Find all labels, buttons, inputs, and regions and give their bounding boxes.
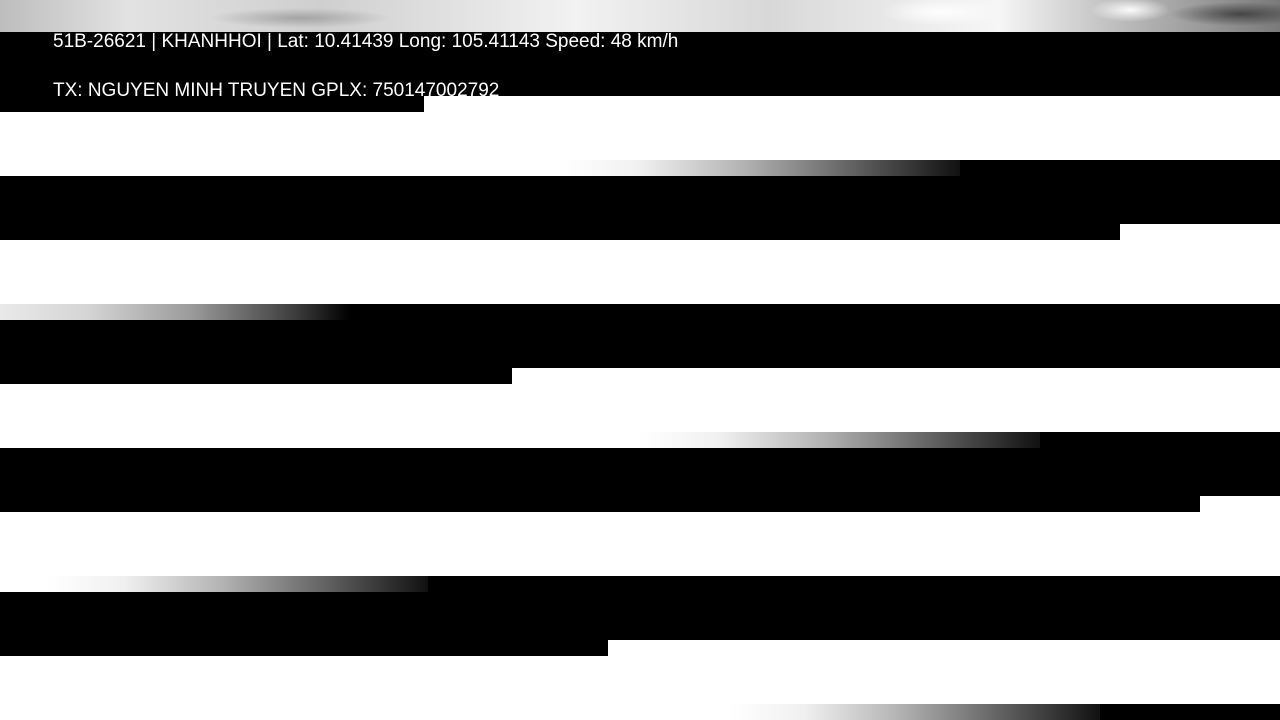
camera-frame: 51B-26621 | KHANHHOI | Lat: 10.41439 Lon… xyxy=(0,0,1280,720)
streak xyxy=(48,576,428,592)
light-band xyxy=(424,96,1280,112)
light-band xyxy=(0,240,1280,304)
light-band xyxy=(1120,224,1280,240)
streak xyxy=(640,432,1040,448)
light-band xyxy=(512,368,1280,384)
camera-image-strip xyxy=(0,0,1280,32)
light-band xyxy=(0,512,1280,576)
driver-info-overlay: TX: NGUYEN MINH TRUYEN GPLX: 75014700279… xyxy=(53,80,500,101)
streak xyxy=(560,160,960,176)
light-band xyxy=(608,640,1280,656)
streak xyxy=(730,704,1100,720)
light-band xyxy=(0,112,1280,160)
dark-band xyxy=(0,224,1104,240)
light-band xyxy=(0,656,1280,704)
dark-band xyxy=(0,368,512,384)
dark-band xyxy=(0,496,1192,512)
light-band xyxy=(0,384,1280,432)
light-band xyxy=(0,576,48,592)
dark-band xyxy=(0,592,1280,640)
light-band xyxy=(0,432,640,448)
dark-band xyxy=(0,448,1280,496)
streak xyxy=(0,304,350,320)
dark-band xyxy=(0,320,1280,368)
dark-band xyxy=(0,176,1280,224)
vehicle-info-overlay: 51B-26621 | KHANHHOI | Lat: 10.41439 Lon… xyxy=(53,31,679,52)
light-band xyxy=(1200,496,1280,512)
light-band xyxy=(0,160,560,176)
dark-band xyxy=(0,640,600,656)
light-band xyxy=(0,704,730,720)
